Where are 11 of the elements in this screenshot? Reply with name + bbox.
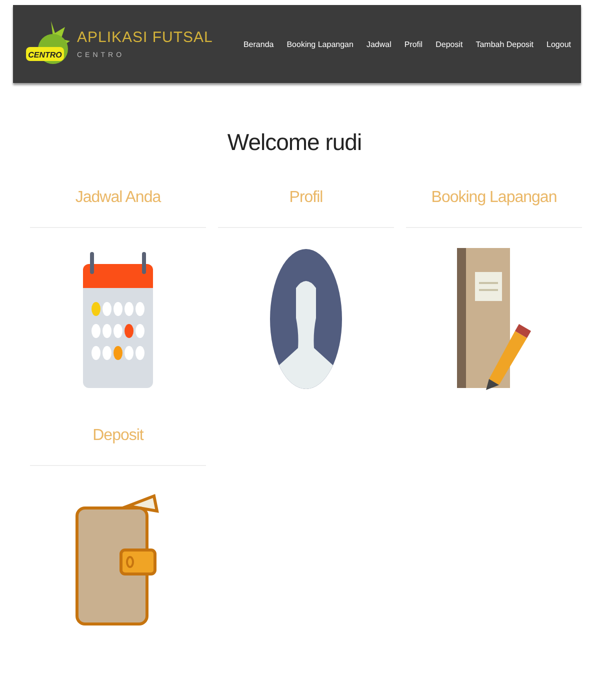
- notebook-pencil-icon: [454, 248, 534, 390]
- nav-link[interactable]: Profil: [404, 40, 423, 48]
- nav-link[interactable]: Beranda: [243, 40, 274, 48]
- nav-link[interactable]: Tambah Deposit: [476, 40, 534, 48]
- nav-link[interactable]: Booking Lapangan: [286, 40, 354, 48]
- nav-link[interactable]: Logout: [546, 40, 571, 48]
- welcome-heading: Welcome rudi: [226, 129, 363, 156]
- app-title: APLIKASI FUTSAL: [77, 29, 213, 46]
- user-avatar-icon: [269, 248, 343, 390]
- nav-link[interactable]: Deposit: [436, 40, 463, 48]
- nav-link[interactable]: Jadwal: [366, 40, 392, 48]
